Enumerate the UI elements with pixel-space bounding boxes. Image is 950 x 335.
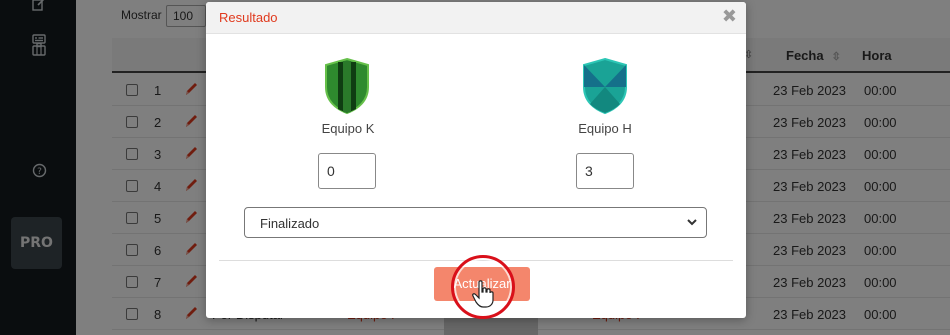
- chevron-down-icon: [687, 219, 697, 226]
- match-status-value: Finalizado: [260, 216, 320, 231]
- home-team-name: Equipo K: [321, 121, 375, 136]
- modal-header: Resultado ✖: [206, 2, 746, 34]
- away-score-input[interactable]: [576, 153, 634, 189]
- hand-cursor-icon: [472, 280, 494, 308]
- away-team-name: Equipo H: [578, 121, 632, 136]
- modal-title: Resultado: [219, 10, 278, 25]
- home-score-input[interactable]: [318, 153, 376, 189]
- close-icon[interactable]: ✖: [722, 7, 737, 27]
- away-team-shield-icon: [583, 57, 627, 115]
- home-team-shield-icon: [325, 57, 369, 115]
- match-status-select[interactable]: Finalizado: [244, 207, 707, 238]
